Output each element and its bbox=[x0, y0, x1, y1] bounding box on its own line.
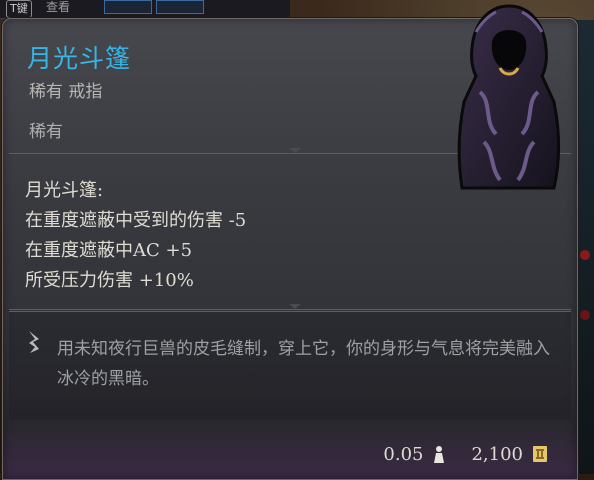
divider bbox=[9, 304, 571, 310]
side-marker[interactable] bbox=[580, 250, 590, 260]
toolbar-slot[interactable] bbox=[104, 0, 152, 14]
top-toolbar: T键 查看 bbox=[0, 0, 290, 19]
effect-line: 在重度遮蔽中AC +5 bbox=[25, 240, 193, 261]
weight-icon bbox=[434, 446, 445, 463]
side-marker[interactable] bbox=[580, 310, 590, 320]
effect-line: 在重度遮蔽中受到的伤害 -5 bbox=[25, 210, 247, 231]
toolbar-slot[interactable] bbox=[156, 0, 204, 14]
flavor-text: 用未知夜行巨兽的皮毛缝制，穿上它，你的身形与气息将完美融入冰冷的黑暗。 bbox=[57, 339, 550, 389]
view-label[interactable]: 查看 bbox=[46, 0, 70, 15]
item-rarity: 稀有 bbox=[29, 122, 63, 142]
item-type: 稀有 戒指 bbox=[29, 82, 103, 102]
effect-line: 所受压力伤害 +10% bbox=[25, 270, 194, 291]
item-weight: 0.05 bbox=[383, 443, 424, 465]
quill-icon bbox=[29, 331, 39, 353]
side-panel-strip bbox=[576, 20, 594, 474]
item-footer: 0.05 2,100 bbox=[383, 439, 549, 469]
item-name: 月光斗篷 bbox=[27, 44, 132, 73]
item-value: 2,100 bbox=[471, 443, 523, 465]
hotkey-badge: T键 bbox=[6, 0, 32, 18]
effects-heading: 月光斗篷: bbox=[25, 180, 104, 201]
hooded-cloak-icon bbox=[457, 4, 560, 190]
gold-coin-icon bbox=[533, 446, 547, 462]
